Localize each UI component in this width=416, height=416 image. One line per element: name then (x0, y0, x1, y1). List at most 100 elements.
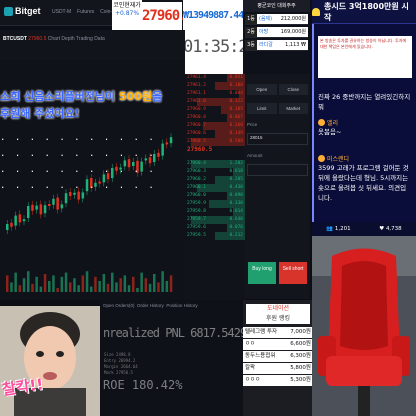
order-price: 27961.2 (187, 83, 206, 88)
order-qty: 0.076 (229, 225, 243, 230)
order-book-row[interactable]: 27960.8 0.067 (185, 114, 245, 122)
sell-short-button[interactable]: Sell short (279, 262, 307, 284)
brand-logo[interactable]: Bitget (4, 6, 41, 16)
volume-bar (102, 274, 106, 292)
order-qty: 0.014 (229, 209, 243, 214)
order-book-row[interactable]: 27959.5 0.212 (185, 232, 245, 240)
chat-username[interactable]: 엘리 (318, 118, 412, 127)
chat-username[interactable]: 미스랜디 (318, 154, 412, 163)
amount-input[interactable] (247, 164, 308, 176)
order-book-row[interactable]: 27961.2 0.180 (185, 82, 245, 90)
order-book-row[interactable]: 27960.0 0.090 (185, 192, 245, 200)
ranking-panel: 평균코인 대회주주 1등 (음제) 212,000원 2등 아방 169,000… (243, 0, 310, 74)
volume-bar (136, 288, 139, 292)
krw-price: ₩13949887.44 (183, 10, 244, 21)
volume-bar (81, 275, 85, 292)
order-book-row[interactable]: 27960.4 1.202 (185, 160, 245, 168)
tab-open[interactable]: Open (247, 84, 277, 95)
order-book-bids: 27960.4 1.202 27960.3 0.018 27960.2 0.205 2796… (185, 160, 245, 240)
volume-bar (157, 282, 160, 292)
user-avatar-icon (318, 119, 325, 126)
order-book-row[interactable]: 27960.7 0.260 (185, 122, 245, 130)
gaming-chair-icon (312, 236, 416, 416)
order-book-row[interactable]: 27960.1 0.430 (185, 184, 245, 192)
volume-bar (22, 278, 26, 292)
chat-message-text: 진짜 26 중반까지는 열려있긴하지 뭐 (318, 93, 411, 111)
symbol-bar: BTCUSDT 27960.5 Chart Depth Trading Data (0, 30, 185, 60)
leader-row: 칼팍 5,800원 (243, 363, 313, 374)
order-book-row[interactable]: 27961.0 0.322 (185, 98, 245, 106)
volume-bar (153, 274, 156, 292)
leader-name: 동두느용접워 (245, 353, 276, 359)
tab-market[interactable]: Market (278, 103, 308, 114)
leader-name: ㅇㅇㅇ (245, 377, 261, 383)
volume-bar (140, 272, 143, 292)
order-type-tabs: Limit Market (247, 103, 308, 114)
chat-header: 총시드 3억1800만원 시작 (312, 0, 416, 24)
rank-value: 212,000원 (280, 16, 306, 22)
order-book-row[interactable]: 27960.6 0.149 (185, 130, 245, 138)
unrealized-pnl: nrealized PNL 6817.54299 (103, 326, 253, 340)
order-price: 27960.3 (187, 169, 206, 174)
chat-header-title: 총시드 3억1800만원 시작 (323, 1, 409, 22)
volume-bar (77, 285, 80, 292)
order-book-row[interactable]: 27961.4 0.051 (185, 74, 245, 82)
donation-box-subtitle: 후원 랭킹 (266, 315, 290, 322)
tab-depth[interactable]: Depth (61, 36, 74, 42)
donation-box-title: 도네이션 (266, 305, 290, 312)
leader-value: 5,800원 (290, 365, 311, 371)
tab-open-orders[interactable]: Open Orders(0) (103, 303, 135, 308)
price-input[interactable]: 28015 (247, 133, 308, 145)
like-count: ♥ 4,738 (379, 226, 402, 232)
viewer-count-value: 1,201 (334, 226, 351, 232)
volume-bar (73, 278, 76, 292)
order-book-row[interactable]: 27959.6 0.076 (185, 224, 245, 232)
tab-limit[interactable]: Limit (247, 103, 277, 114)
order-book-row[interactable]: 27960.5 0.508 (185, 138, 245, 146)
leader-value: 6,600원 (290, 341, 311, 347)
chat-username-text: 엘리 (327, 120, 339, 127)
volume-bar (148, 283, 152, 292)
order-price: 27960.5 (187, 139, 206, 144)
nav-futures[interactable]: Futures (77, 9, 94, 15)
order-book-row[interactable]: 27959.9 0.330 (185, 200, 245, 208)
order-price: 27959.9 (187, 201, 206, 206)
symbol-name[interactable]: BTCUSDT (3, 36, 27, 42)
order-book-row[interactable]: 27961.1 0.004 (185, 90, 245, 98)
coin-price-label: 코인현재가 (113, 2, 141, 9)
stream-stats: 👥 1,201 ♥ 4,738 (312, 222, 416, 236)
volume-bar (161, 271, 164, 292)
amount-label: Amount (247, 153, 263, 158)
order-price: 27959.5 (187, 233, 206, 238)
nav-usdt-m[interactable]: USDT-M (52, 9, 71, 15)
order-book-row[interactable]: 27959.7 0.640 (185, 216, 245, 224)
order-price: 27960.4 (187, 161, 206, 166)
volume-bar (111, 272, 114, 292)
order-book-row[interactable]: 27959.8 0.014 (185, 208, 245, 216)
order-qty: 0.640 (229, 217, 243, 222)
order-price: 27960.0 (187, 193, 206, 198)
volume-bar (6, 275, 9, 292)
buy-long-button[interactable]: Buy long (248, 262, 276, 284)
tab-chart[interactable]: Chart (48, 36, 60, 42)
order-book-row[interactable]: 27960.2 0.205 (185, 176, 245, 184)
tab-order-history[interactable]: Order History (137, 303, 164, 308)
stream-room-cam (312, 236, 416, 416)
chat-message: 진짜 26 중반까지는 열려있긴하지 뭐 (318, 92, 412, 112)
tab-trading-data[interactable]: Trading Data (76, 36, 105, 42)
order-book-row[interactable]: 27960.9 0.105 (185, 106, 245, 114)
candle-body (6, 224, 9, 230)
leader-name: ㅇㅇ (245, 341, 256, 347)
volume-bar (132, 276, 135, 292)
tab-position-history[interactable]: Position History (166, 303, 197, 308)
chat-message-text: 3599 고래가 프로그램 걸어둔 것 뒤에 올랐다는데 형님. 5시까지는 숏… (318, 164, 409, 202)
order-book: 27961.4 0.051 27961.2 0.180 27961.1 0.004 2796… (185, 74, 245, 304)
donation-box: 도네이션 후원 랭킹 (246, 304, 310, 324)
tab-close[interactable]: Close (278, 84, 308, 95)
order-book-row[interactable]: 27960.3 0.018 (185, 168, 245, 176)
order-price: 27961.1 (187, 91, 206, 96)
order-qty: 0.205 (229, 177, 243, 182)
open-close-tabs: Open Close (247, 84, 308, 95)
chat-message: 엘리 옷봄음~ (318, 118, 412, 137)
rank-name: (음제) (259, 16, 273, 22)
